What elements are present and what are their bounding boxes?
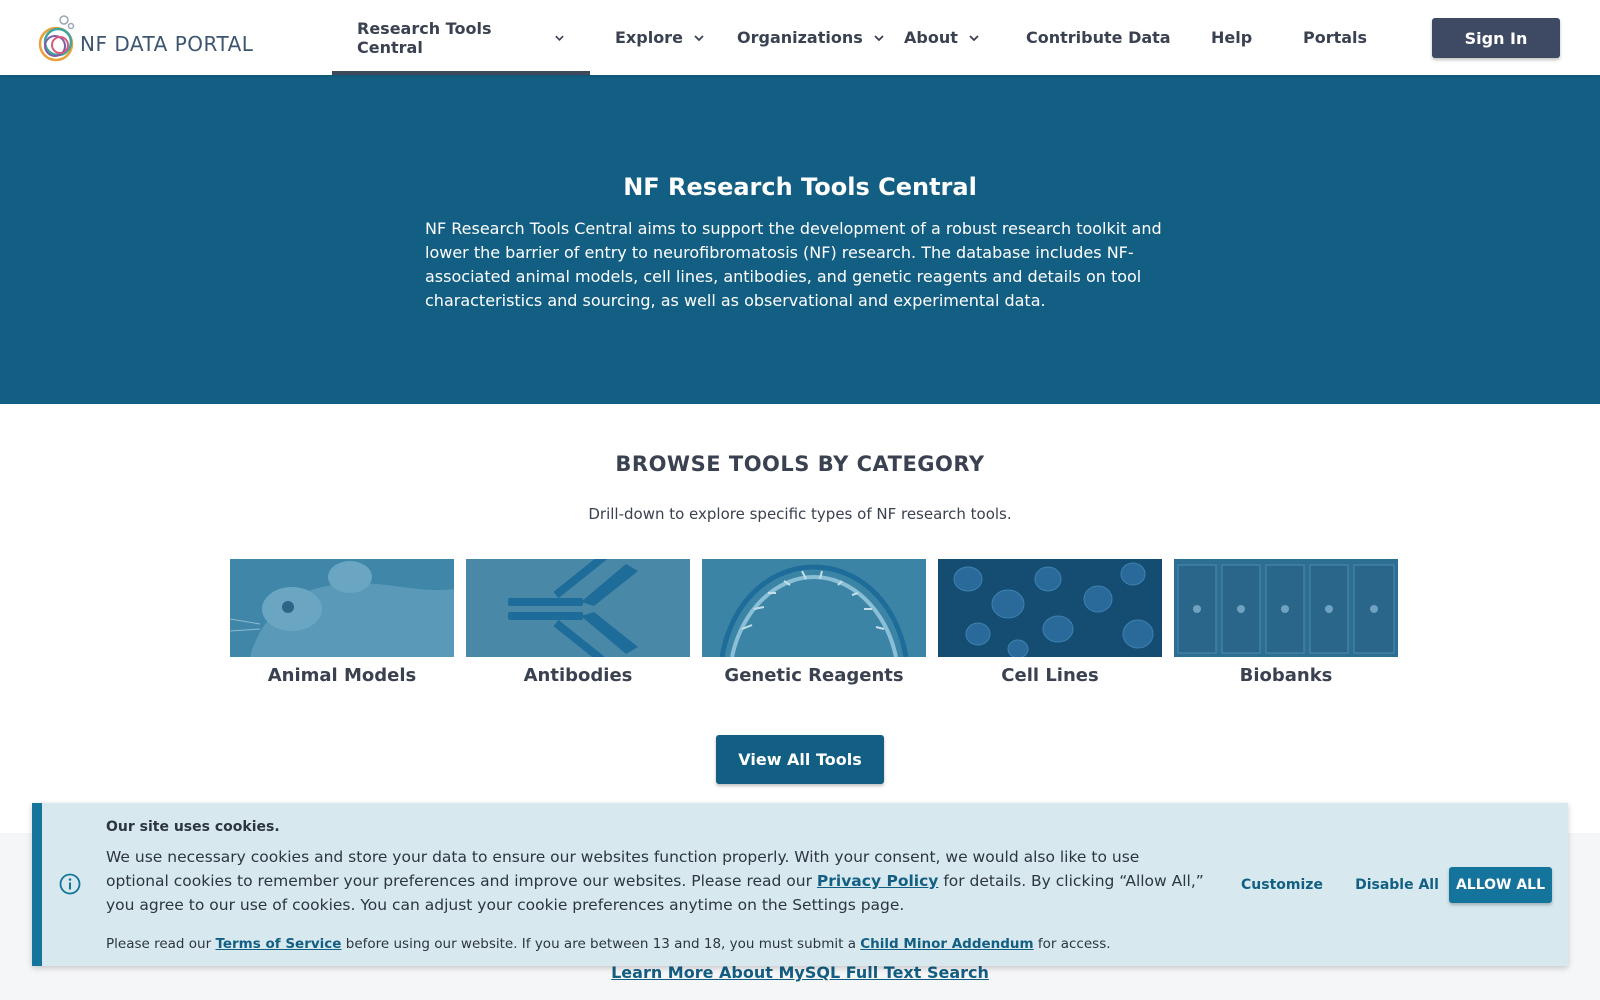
category-label: Biobanks bbox=[1239, 665, 1333, 686]
terms-of-service-link[interactable]: Terms of Service bbox=[215, 936, 341, 952]
nav-label: Research Tools Central bbox=[357, 18, 492, 57]
chevron-down-icon bbox=[694, 34, 704, 41]
hero-description: NF Research Tools Central aims to suppor… bbox=[425, 219, 1162, 310]
category-label: Genetic Reagents bbox=[724, 665, 904, 686]
biobank-image-icon bbox=[1174, 559, 1398, 657]
category-card-antibodies[interactable]: Antibodies bbox=[466, 559, 690, 686]
nav-organizations[interactable]: Organizations bbox=[721, 0, 904, 75]
cookie-footer-text: for access. bbox=[1033, 936, 1111, 952]
mouse-image-icon bbox=[230, 559, 454, 657]
category-label: Cell Lines bbox=[1001, 665, 1099, 686]
view-all-tools-button[interactable]: View All Tools bbox=[716, 735, 884, 784]
disable-all-button[interactable]: Disable All bbox=[1342, 867, 1452, 903]
browse-subtitle: Drill-down to explore specific types of … bbox=[588, 505, 1012, 523]
nav-label: Portals bbox=[1303, 28, 1368, 47]
site-header: NF DATA PORTAL Research Tools Central Ex… bbox=[0, 0, 1600, 75]
hero-banner: NF Research Tools Central NF Research To… bbox=[0, 75, 1600, 404]
logo-circles-icon bbox=[38, 15, 75, 62]
allow-all-button[interactable]: ALLOW ALL bbox=[1449, 867, 1552, 903]
customize-button[interactable]: Customize bbox=[1227, 867, 1337, 903]
chevron-down-icon bbox=[969, 34, 979, 41]
category-card-biobanks[interactable]: Biobanks bbox=[1174, 559, 1398, 686]
category-label: Animal Models bbox=[267, 665, 417, 686]
cookie-title: Our site uses cookies. bbox=[106, 819, 280, 835]
nav-label: Organizations bbox=[737, 28, 863, 47]
category-card-genetic-reagents[interactable]: Genetic Reagents bbox=[702, 559, 926, 686]
child-minor-addendum-link[interactable]: Child Minor Addendum bbox=[860, 936, 1033, 952]
category-cards: Animal Models Antibodies Genetic Reagent… bbox=[230, 559, 1410, 686]
dna-image-icon bbox=[702, 559, 926, 657]
nav-label: Help bbox=[1211, 28, 1253, 47]
nav-about[interactable]: About bbox=[904, 0, 1026, 75]
category-card-animal-models[interactable]: Animal Models bbox=[230, 559, 454, 686]
chevron-down-icon bbox=[874, 34, 884, 41]
nav-label: Explore bbox=[615, 28, 683, 47]
nav-contribute-data[interactable]: Contribute Data bbox=[1026, 0, 1211, 75]
logo-text: NF DATA PORTAL bbox=[80, 32, 254, 56]
cells-image-icon bbox=[938, 559, 1162, 657]
cookie-banner: Our site uses cookies. We use necessary … bbox=[32, 803, 1568, 966]
logo[interactable]: NF DATA PORTAL bbox=[38, 12, 253, 64]
category-card-cell-lines[interactable]: Cell Lines bbox=[938, 559, 1162, 686]
sign-in-button[interactable]: Sign In bbox=[1432, 18, 1560, 58]
main-nav: Research Tools Central Explore Organizat… bbox=[332, 0, 1383, 75]
page-title: NF Research Tools Central bbox=[623, 173, 977, 201]
nav-label: About bbox=[904, 28, 958, 47]
nav-label: Contribute Data bbox=[1026, 28, 1171, 47]
info-icon bbox=[59, 873, 81, 895]
nav-help[interactable]: Help bbox=[1211, 0, 1303, 75]
antibody-image-icon bbox=[466, 559, 690, 657]
nav-portals[interactable]: Portals bbox=[1303, 0, 1383, 75]
cookie-body: We use necessary cookies and store your … bbox=[106, 845, 1206, 917]
cookie-footer-text: Please read our bbox=[106, 936, 216, 952]
chevron-down-icon bbox=[555, 35, 564, 41]
privacy-policy-link[interactable]: Privacy Policy bbox=[817, 872, 939, 890]
nav-research-tools-central[interactable]: Research Tools Central bbox=[332, 0, 590, 75]
category-label: Antibodies bbox=[523, 665, 633, 686]
cookie-footer-text: before using our website. If you are bet… bbox=[341, 936, 861, 952]
nav-explore[interactable]: Explore bbox=[590, 0, 721, 75]
cookie-footer: Please read our Terms of Service before … bbox=[106, 936, 1111, 952]
browse-title: BROWSE TOOLS BY CATEGORY bbox=[615, 452, 985, 476]
